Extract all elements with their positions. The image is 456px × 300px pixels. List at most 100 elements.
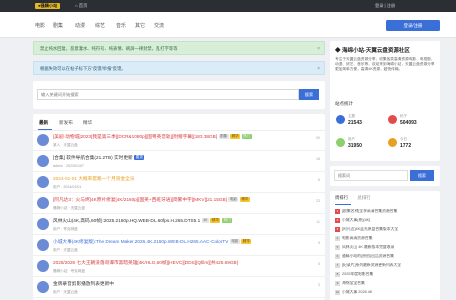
ranking-card: 周排行 总排行 1 [剧集名称]全季高清合集资源合集 2 小城大事(原)[4K] 3 [阿… (330, 191, 440, 300)
rank-item[interactable]: 9 海绵宝宝合集 (335, 281, 435, 286)
today-icon (388, 138, 397, 147)
rank-title[interactable]: 海绵宝宝合集 (342, 281, 365, 285)
avatar[interactable] (37, 155, 49, 167)
post-title-text[interactable]: 小城大事(4K修复版):The Dream Maker.2026.4K.2160… (53, 239, 228, 244)
active-tab-indicator (38, 129, 52, 130)
rank-item[interactable]: 10 小城大事 2026 4K (335, 290, 435, 295)
stat-posts: 帖子 504093 (388, 113, 436, 131)
stat-topics: 主题 21543 (336, 113, 384, 131)
post-badge: 4K (201, 218, 209, 223)
post-row[interactable]: [美剧·动物城]2023[我是第三季][DCR&1080p][国粤英音轨][附赠… (33, 131, 325, 151)
login-button[interactable]: 登录/注册 (386, 20, 440, 31)
post-title-text[interactable]: 风林火山(4K,高码,60帧):2025.2160p.HQ.WEB-DL.60f… (53, 218, 200, 223)
post-row[interactable]: 2024-01-01 大概率套路一个月资金全员 用户 · 2024/01/01 6 (33, 173, 325, 193)
avatar[interactable] (37, 260, 49, 272)
rank-title[interactable]: [纪录片]系列最新资源更新列表大全 (342, 263, 401, 267)
rank-title[interactable]: 小城大事 2026 4K (342, 290, 372, 294)
avatar[interactable] (37, 197, 49, 209)
nav-item-other[interactable]: 其它 (135, 22, 145, 29)
post-title[interactable]: 2025/2026 七大王朝没落哥谭市黑暗英雄[4K/HLG,60帧][HEVC… (53, 260, 293, 266)
rank-item[interactable]: 6 骚精小站的(原创)出品资源合集 (335, 254, 435, 259)
post-meta: 某人 · 天翼云盘 (53, 143, 78, 147)
rank-item[interactable]: 2 小城大事(原)[4K] (335, 218, 435, 223)
post-title[interactable]: 风林火山(4K,高码,60帧):2025.2160p.HQ.WEB-DL.60f… (53, 218, 293, 224)
post-title[interactable]: [美剧·动物城]2023[我是第三季][DCR&1080p][国粤英音轨][附赠… (53, 134, 293, 140)
post-title-text[interactable]: 2024-01-01 大概率套路一个月资金全员 (53, 176, 135, 181)
post-title[interactable]: 2024-01-01 大概率套路一个月资金全员 (53, 176, 293, 182)
rank-title[interactable]: 骚精小站的(原创)出品资源合集 (342, 254, 394, 258)
post-meta: 骚精小站 · 夸克网盘 (53, 269, 85, 273)
avatar[interactable] (37, 218, 49, 230)
home-link[interactable]: ⌂ 首页 (75, 3, 87, 9)
post-title-text[interactable]: [美剧·动物城]2023[我是第三季][DCR&1080p][国粤英音轨][附赠… (53, 134, 217, 139)
post-badge: 置顶 (134, 155, 145, 160)
tab-new[interactable]: 新发布 (59, 120, 73, 126)
rank-item[interactable]: 7 [纪录片]系列最新资源更新列表大全 (335, 263, 435, 268)
tab-all-time[interactable]: 总排行 (357, 195, 370, 200)
post-badge: 电影 (229, 239, 240, 244)
post-title[interactable]: [阿凡达3：火与烬]4K原片修复[4K/2160p][国英+西班牙语][简繁中字… (53, 197, 293, 203)
tab-latest[interactable]: 最新 (39, 120, 48, 126)
post-badge: 剧集 (218, 134, 229, 139)
nav-item-drama[interactable]: 剧集 (53, 22, 63, 29)
site-logo[interactable]: ●骚精小站 (35, 3, 61, 9)
rank-number: 1 (335, 209, 340, 214)
rank-item[interactable]: 5 风林火山 4K 最新版本完整收录 (335, 245, 435, 250)
post-title[interactable]: 金牌录音剪影播放列表更新中 (53, 281, 293, 287)
post-title-text[interactable]: [合集] 软件导航合集(21.2TB) 实时更新 (53, 155, 133, 160)
post-badge: 热门 (241, 134, 252, 139)
sidebar-search-input[interactable] (334, 170, 408, 181)
stat-value: 21543 (348, 120, 362, 126)
search-button[interactable]: 搜索 (299, 89, 319, 100)
sidebar-search: 搜索 (330, 166, 440, 186)
rank-item[interactable]: 4 电影高清资源合集 (335, 236, 435, 241)
post-title-text[interactable]: 金牌录音剪影播放列表更新中 (53, 281, 114, 286)
stat-value: 504093 (400, 120, 417, 126)
topics-icon (336, 115, 345, 124)
close-icon[interactable]: × (317, 42, 320, 56)
site-stats-card: 站点统计 主题 21543 帖子 504093 用户 31950 今日 1772 (330, 96, 440, 161)
stats-title: 站点统计 (335, 101, 353, 106)
rank-title[interactable]: [剧集名称]全季高清合集资源合集 (342, 209, 397, 213)
post-row[interactable]: 2025/2026 七大王朝没落哥谭市黑暗英雄[4K/HLG,60帧][HEVC… (33, 257, 325, 277)
nav-item-forum[interactable]: 交流 (154, 22, 164, 29)
post-title[interactable]: 小城大事(4K修复版):The Dream Maker.2026.4K.2160… (53, 239, 293, 245)
post-row[interactable]: [合集] 软件导航合集(21.2TB) 实时更新 置顶 admin · 2023/0… (33, 152, 325, 172)
sidebar-search-button[interactable]: 搜索 (410, 170, 434, 181)
post-row[interactable]: [阿凡达3：火与烬]4K原片修复[4K/2160p][国英+西班牙语][简繁中字… (33, 194, 325, 214)
close-icon[interactable]: × (317, 62, 320, 76)
rank-title[interactable]: 2025年度电影合集 (342, 272, 373, 276)
nav-item-music[interactable]: 音乐 (116, 22, 126, 29)
notice-rules-text: 禁止纯水回复，恶意灌水、纯符号、纯表情、刷屏一律封禁，乱打字等等 (40, 46, 178, 51)
rank-title[interactable]: 风林火山 4K 最新版本完整收录 (342, 245, 394, 249)
nav-item-anime[interactable]: 动漫 (75, 22, 85, 29)
post-row[interactable]: 小城大事(4K修复版):The Dream Maker.2026.4K.2160… (33, 236, 325, 256)
avatar[interactable] (37, 239, 49, 251)
post-badge: 电影 (228, 197, 239, 202)
avatar[interactable] (37, 134, 49, 146)
post-badge: 精华 (230, 134, 241, 139)
post-badge: 精华 (241, 239, 252, 244)
rank-item[interactable]: 1 [剧集名称]全季高清合集资源合集 (335, 209, 435, 214)
tab-featured[interactable]: 精华 (83, 120, 92, 126)
rank-title[interactable]: 电影高清资源合集 (342, 236, 372, 240)
top-auth-links[interactable]: 登录 | 注册 (375, 3, 395, 9)
avatar[interactable] (37, 176, 49, 188)
rank-item[interactable]: 8 2025年度电影合集 (335, 272, 435, 277)
post-row[interactable]: 金牌录音剪影播放列表更新中 用户 · 天翼云盘 3 (33, 278, 325, 298)
post-title[interactable]: [合集] 软件导航合集(21.2TB) 实时更新 置顶 (53, 155, 293, 161)
post-row[interactable]: 风林火山(4K,高码,60帧):2025.2160p.HQ.WEB-DL.60f… (33, 215, 325, 235)
avatar[interactable] (37, 281, 49, 293)
post-title-text[interactable]: [阿凡达3：火与烬]4K原片修复[4K/2160p][国英+西班牙语][简繁中字… (53, 197, 227, 202)
main-nav: 电影 剧集 动漫 综艺 音乐 其它 交流 登录/注册 (0, 12, 456, 38)
nav-item-movie[interactable]: 电影 (35, 22, 45, 29)
rank-item[interactable]: 3 [阿凡达]4K蓝光原盘合集版本大全 (335, 227, 435, 232)
post-list-panel: 最新 新发布 精华 [美剧·动物城]2023[我是第三季][DCR&1080p]… (33, 114, 325, 300)
rank-title[interactable]: 小城大事(原)[4K] (342, 218, 370, 222)
rank-title[interactable]: [阿凡达]4K蓝光原盘合集版本大全 (342, 227, 398, 231)
search-input[interactable] (37, 89, 299, 100)
nav-item-variety[interactable]: 综艺 (95, 22, 105, 29)
post-title-text[interactable]: 2025/2026 七大王朝没落哥谭市黑暗英雄[4K/HLG,60帧][HEVC… (53, 260, 238, 265)
reply-count: 30 (316, 136, 320, 140)
tab-weekly[interactable]: 周排行 (335, 195, 348, 200)
